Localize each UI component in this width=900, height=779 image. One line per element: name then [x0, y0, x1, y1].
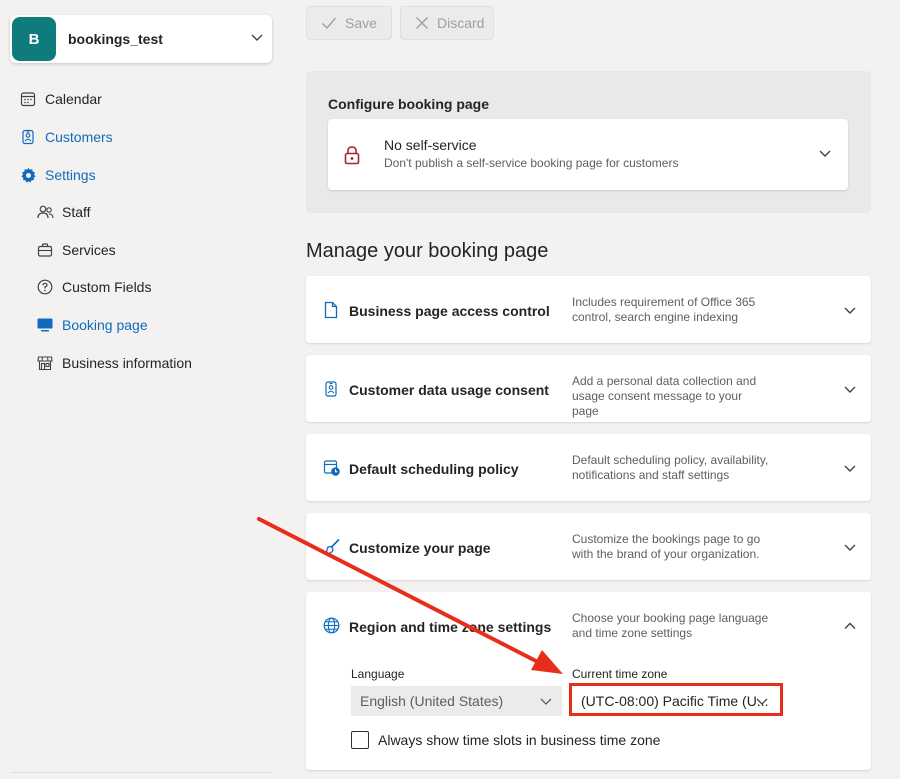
- configure-booking-page-panel: Configure booking page No self-service D…: [306, 71, 871, 213]
- chevron-down-icon: [539, 694, 553, 711]
- people-icon: [36, 203, 54, 221]
- sidebar-item-booking-page[interactable]: Booking page: [36, 316, 148, 334]
- discard-button[interactable]: Discard: [400, 6, 494, 40]
- sidebar-item-label: Settings: [45, 167, 96, 183]
- sidebar-item-staff[interactable]: Staff: [36, 203, 91, 221]
- close-icon: [415, 16, 429, 30]
- sidebar-item-settings[interactable]: Settings: [19, 166, 96, 184]
- sidebar-item-custom-fields[interactable]: Custom Fields: [36, 278, 151, 296]
- section-description: Choose your booking page language and ti…: [572, 611, 769, 640]
- configure-title: Configure booking page: [328, 96, 489, 112]
- chevron-down-icon: [843, 461, 857, 480]
- calendar-clock-icon: [323, 434, 341, 501]
- sidebar-item-label: Staff: [62, 204, 91, 220]
- section-description: Add a personal data collection and usage…: [572, 374, 757, 418]
- accordion-customize-your-page[interactable]: Customize your page Customize the bookin…: [306, 513, 871, 580]
- self-service-dropdown[interactable]: No self-service Don't publish a self-ser…: [328, 119, 848, 190]
- sidebar-item-label: Booking page: [62, 317, 148, 333]
- chevron-down-icon: [843, 382, 857, 401]
- sidebar-item-label: Services: [62, 242, 116, 258]
- language-label: Language: [351, 667, 405, 681]
- sidebar-item-customers[interactable]: Customers: [19, 128, 113, 146]
- section-description: Default scheduling policy, availability,…: [572, 453, 769, 482]
- lock-icon: [343, 145, 361, 170]
- briefcase-icon: [36, 241, 54, 259]
- section-title: Default scheduling policy: [349, 461, 519, 477]
- chevron-down-icon: [818, 146, 832, 165]
- language-select[interactable]: English (United States): [351, 686, 562, 716]
- discard-label: Discard: [437, 15, 485, 31]
- business-time-zone-checkbox[interactable]: [351, 731, 369, 749]
- sidebar-item-calendar[interactable]: Calendar: [19, 90, 102, 108]
- self-service-mode-description: Don't publish a self-service booking pag…: [384, 156, 679, 170]
- avatar: B: [12, 17, 56, 61]
- desktop-icon: [36, 316, 54, 334]
- business-name: bookings_test: [68, 31, 163, 47]
- checkmark-icon: [321, 16, 337, 30]
- document-icon: [323, 276, 339, 343]
- section-title: Customize your page: [349, 540, 491, 556]
- question-circle-icon: [36, 278, 54, 296]
- contact-card-icon: [19, 128, 37, 146]
- section-description: Includes requirement of Office 365 contr…: [572, 295, 756, 324]
- sidebar-item-label: Business information: [62, 355, 192, 371]
- save-button[interactable]: Save: [306, 6, 392, 40]
- sidebar-item-label: Customers: [45, 129, 113, 145]
- self-service-mode-title: No self-service: [384, 137, 477, 153]
- chevron-up-icon[interactable]: [843, 619, 857, 638]
- sidebar-item-services[interactable]: Services: [36, 241, 116, 259]
- language-value: English (United States): [360, 693, 504, 709]
- manage-heading: Manage your booking page: [306, 240, 549, 262]
- chevron-down-icon: [250, 30, 264, 49]
- storefront-icon: [36, 354, 54, 372]
- globe-icon: [323, 592, 340, 659]
- save-label: Save: [345, 15, 377, 31]
- section-title: Business page access control: [349, 303, 550, 319]
- sidebar-item-label: Calendar: [45, 91, 102, 107]
- accordion-default-scheduling-policy[interactable]: Default scheduling policy Default schedu…: [306, 434, 871, 501]
- annotation-highlight-box: [569, 683, 783, 716]
- sidebar-item-label: Custom Fields: [62, 279, 152, 295]
- business-switcher[interactable]: B bookings_test: [10, 15, 272, 63]
- contact-card-icon: [323, 355, 339, 422]
- timezone-label: Current time zone: [572, 667, 668, 681]
- sidebar-item-business-information[interactable]: Business information: [36, 354, 192, 372]
- checkbox-label: Always show time slots in business time …: [378, 732, 661, 748]
- accordion-business-page-access-control[interactable]: Business page access control Includes re…: [306, 276, 871, 343]
- section-title: Customer data usage consent: [349, 382, 549, 398]
- chevron-down-icon: [843, 540, 857, 559]
- chevron-down-icon: [843, 303, 857, 322]
- gear-icon: [19, 166, 37, 184]
- calendar-icon: [19, 90, 37, 108]
- section-description: Customize the bookings page to go with t…: [572, 532, 761, 561]
- sidebar-divider: [10, 772, 272, 773]
- section-title[interactable]: Region and time zone settings: [349, 619, 551, 635]
- paintbrush-icon: [323, 513, 341, 580]
- accordion-customer-data-usage-consent[interactable]: Customer data usage consent Add a person…: [306, 355, 871, 422]
